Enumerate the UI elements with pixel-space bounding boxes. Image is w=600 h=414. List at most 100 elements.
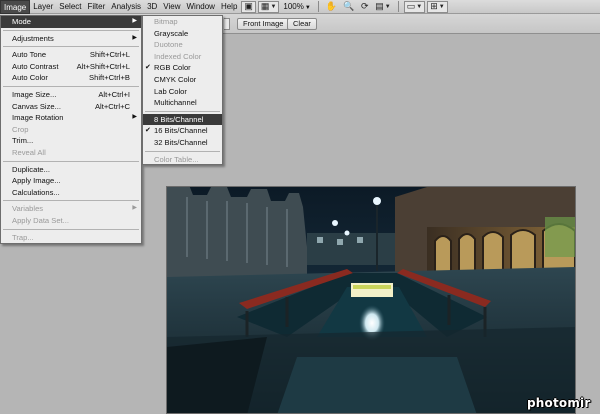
bridge-icon[interactable]: ▣ — [241, 0, 256, 13]
image-menu-item-apply-data-set: Apply Data Set... — [1, 215, 141, 227]
image-menu-item-duplicate[interactable]: Duplicate... — [1, 164, 141, 176]
image-menu-item-apply-image[interactable]: Apply Image... — [1, 175, 141, 187]
menu-separator — [145, 150, 220, 152]
menu-item-label: 8 Bits/Channel — [154, 114, 204, 124]
mode-menu-item-cmyk-color[interactable]: CMYK Color — [143, 74, 222, 86]
rotate-view-icon[interactable]: ⟳ — [358, 1, 371, 13]
menu-item-label: Variables — [12, 204, 44, 214]
menu-item-label: Calculations... — [12, 187, 60, 197]
toolbar-divider — [397, 1, 399, 12]
menu-item-label: Mode — [12, 17, 31, 26]
menu-item-label: Lab Color — [154, 86, 187, 96]
submenu-arrow-icon: ▶ — [132, 34, 137, 41]
image-menu-item-adjustments[interactable]: Adjustments ▶ — [1, 33, 141, 45]
image-menu-item-trim[interactable]: Trim... — [1, 135, 141, 147]
checkmark-icon: ✔ — [145, 64, 151, 72]
image-menu: Mode ▶ Adjustments ▶ Auto Tone Shift+Ctrl+L Au… — [0, 15, 142, 244]
menu-separator — [145, 110, 220, 112]
mode-menu-item-lab-color[interactable]: Lab Color — [143, 86, 222, 98]
menu-item-shortcut: Alt+Ctrl+C — [94, 101, 130, 111]
image-menu-item-canvas-size[interactable]: Canvas Size... Alt+Ctrl+C — [1, 101, 141, 113]
submenu-arrow-icon: ▶ — [132, 114, 137, 121]
mode-menu-item-rgb-color[interactable]: ✔ RGB Color — [143, 62, 222, 74]
menu-item-label: Apply Data Set... — [12, 215, 69, 225]
menu-item-label: Image Rotation — [12, 113, 64, 123]
submenu-arrow-icon: ▶ — [132, 18, 137, 24]
app-bar-tools: ▣ ▦ ▼ 100%▼ ✋ 🔍 ⟳ ▤ ▼ ▭ ▼ ⊞ ▼ — [240, 0, 448, 14]
mode-menu-item-duotone: Duotone — [143, 39, 222, 51]
image-menu-item-calculations[interactable]: Calculations... — [1, 187, 141, 199]
image-menu-item-auto-contrast[interactable]: Auto Contrast Alt+Shift+Ctrl+L — [1, 61, 141, 73]
zoom-level[interactable]: 100%▼ — [280, 2, 313, 11]
toolbar-divider — [317, 1, 319, 12]
menu-select[interactable]: Select — [56, 0, 84, 14]
menu-item-label: Reveal All — [12, 147, 46, 157]
submenu-arrow-icon: ▶ — [132, 205, 137, 212]
mode-menu-item-16-bits-channel[interactable]: ✔ 16 Bits/Channel — [143, 125, 222, 137]
document-image[interactable] — [166, 186, 576, 414]
checkmark-icon: ✔ — [145, 127, 151, 135]
menu-item-label: Trim... — [12, 136, 34, 146]
front-image-button[interactable]: Front Image — [237, 18, 290, 30]
menu-analysis[interactable]: Analysis — [108, 0, 144, 14]
menu-item-label: Auto Contrast — [12, 61, 59, 71]
night-metro-photo — [167, 187, 575, 413]
menu-separator — [3, 160, 139, 162]
menu-item-label: Duotone — [154, 40, 183, 50]
mode-menu-item-multichannel[interactable]: Multichannel — [143, 97, 222, 109]
image-menu-item-crop: Crop — [1, 124, 141, 136]
image-menu-item-reveal-all: Reveal All — [1, 147, 141, 159]
mode-submenu: Bitmap Grayscale Duotone Indexed Color ✔ RGB … — [142, 15, 223, 165]
menu-item-label: Indexed Color — [154, 51, 202, 61]
watermark-text: photomir — [527, 396, 591, 410]
workspace-icon[interactable]: ⊞ ▼ — [427, 0, 448, 13]
menu-separator — [3, 228, 139, 230]
menu-item-label: Grayscale — [154, 28, 189, 38]
menu-separator — [3, 46, 139, 48]
menu-item-label: Duplicate... — [12, 164, 50, 174]
menu-item-label: Auto Tone — [12, 50, 47, 60]
menu-item-label: Trap... — [12, 232, 34, 242]
menu-filter[interactable]: Filter — [84, 0, 108, 14]
screen-mode-icon[interactable]: ▭ ▼ — [403, 0, 426, 13]
options-field-stub[interactable] — [224, 18, 230, 30]
image-menu-item-auto-color[interactable]: Auto Color Shift+Ctrl+B — [1, 72, 141, 84]
extras-icon[interactable]: ▤ ▼ — [373, 1, 392, 13]
menu-item-label: CMYK Color — [154, 74, 197, 84]
menu-layer[interactable]: Layer — [30, 0, 56, 14]
menu-item-label: 32 Bits/Channel — [154, 137, 208, 147]
menu-window[interactable]: Window — [184, 0, 218, 14]
menu-item-shortcut: Alt+Shift+Ctrl+L — [76, 61, 130, 71]
mode-menu-item-indexed-color: Indexed Color — [143, 51, 222, 63]
menu-item-label: Crop — [12, 124, 29, 134]
menu-item-label: Auto Color — [12, 73, 48, 83]
image-menu-item-auto-tone[interactable]: Auto Tone Shift+Ctrl+L — [1, 49, 141, 61]
menu-item-shortcut: Alt+Ctrl+I — [98, 89, 130, 99]
mode-menu-item-bitmap: Bitmap — [143, 16, 222, 28]
mode-menu-item-32-bits-channel[interactable]: 32 Bits/Channel — [143, 137, 222, 149]
menu-image[interactable]: Image — [0, 0, 31, 14]
menu-help[interactable]: Help — [218, 0, 240, 14]
image-menu-item-trap: Trap... — [1, 232, 141, 244]
menu-item-label: Multichannel — [154, 98, 197, 108]
menu-item-label: Apply Image... — [12, 176, 61, 186]
mode-menu-item-8-bits-channel[interactable]: 8 Bits/Channel — [143, 113, 222, 126]
image-menu-item-image-size[interactable]: Image Size... Alt+Ctrl+I — [1, 89, 141, 101]
menu-view[interactable]: View — [160, 0, 183, 14]
image-menu-item-image-rotation[interactable]: Image Rotation ▶ — [1, 112, 141, 124]
image-menu-item-mode[interactable]: Mode ▶ — [1, 16, 141, 28]
zoom-tool-icon[interactable]: 🔍 — [341, 1, 356, 13]
menu-separator — [3, 85, 139, 87]
mode-menu-item-grayscale[interactable]: Grayscale — [143, 28, 222, 40]
image-menu-item-variables: Variables ▶ — [1, 203, 141, 215]
menu-item-label: Adjustments — [12, 33, 54, 43]
zoom-value: 100% — [283, 2, 304, 11]
hand-tool-icon[interactable]: ✋ — [324, 1, 339, 13]
menu-item-shortcut: Shift+Ctrl+B — [89, 73, 130, 83]
mode-menu-item-color-table: Color Table... — [143, 154, 222, 166]
menu-3d[interactable]: 3D — [144, 0, 160, 14]
menu-item-label: Canvas Size... — [12, 101, 61, 111]
arrange-documents-icon[interactable]: ▦ ▼ — [257, 0, 280, 13]
menu-item-shortcut: Shift+Ctrl+L — [89, 50, 130, 60]
clear-button[interactable]: Clear — [287, 18, 317, 30]
